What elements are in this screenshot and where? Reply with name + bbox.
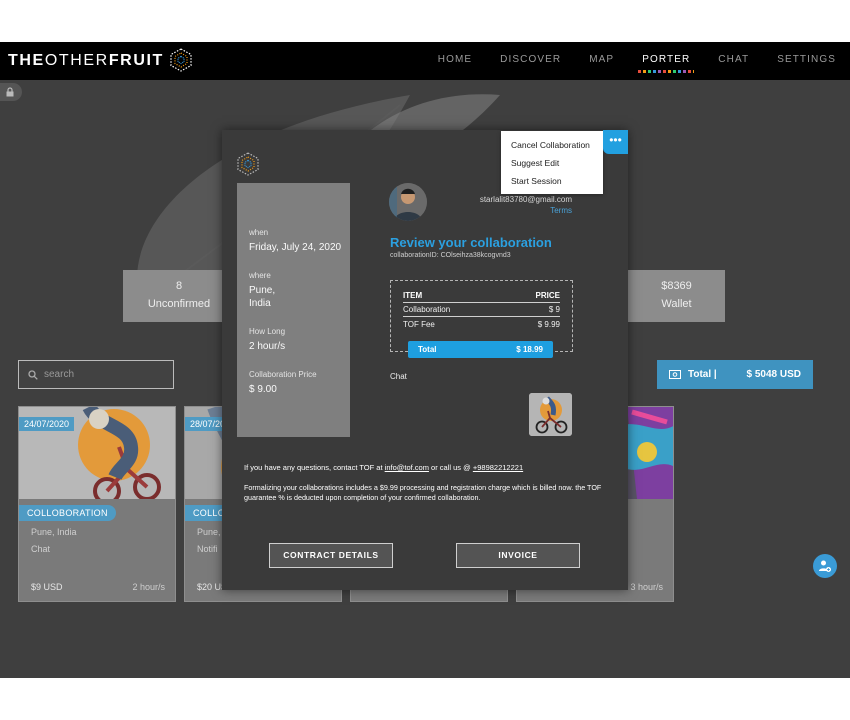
- where-label: where: [249, 271, 271, 280]
- nav-map[interactable]: MAP: [575, 42, 628, 80]
- card-date-tag: 24/07/2020: [19, 417, 75, 431]
- search-input[interactable]: search: [18, 360, 174, 389]
- more-options-button[interactable]: •••: [603, 130, 628, 154]
- chat-label: Chat: [390, 372, 407, 381]
- total-amount: $ 5048 USD: [746, 369, 801, 380]
- card-image-cyclist: 24/07/2020: [19, 407, 175, 499]
- brand-hexagon-icon: [170, 48, 192, 72]
- nav-chat[interactable]: CHAT: [704, 42, 763, 80]
- when-value: Friday, July 24, 2020: [249, 242, 342, 253]
- invoice-button[interactable]: INVOICE: [456, 543, 580, 568]
- table-row: TOF Fee $ 9.99: [403, 320, 560, 332]
- stat-unconfirmed-label: Unconfirmed: [147, 298, 211, 310]
- stat-wallet-label: Wallet: [661, 298, 692, 310]
- nav-porter-label: PORTER: [642, 54, 691, 65]
- contact-text-mid: or call us @: [431, 463, 471, 472]
- user-email: starlalit83780@gmail.com: [479, 195, 572, 204]
- contact-phone-link[interactable]: +98982212221: [473, 463, 523, 472]
- brand-logo-text[interactable]: THEOTHERFRUIT: [8, 52, 164, 70]
- where-value-line1: Pune,: [249, 285, 276, 296]
- collaboration-id: collaborationID: COlseihza38kcogvnd3: [390, 252, 511, 259]
- top-navigation-bar: THEOTHERFRUIT HOME DISCOVER MAP PORTER C…: [0, 42, 850, 80]
- col-price-header: PRICE: [535, 291, 560, 300]
- stat-wallet-value: $8369: [661, 280, 692, 292]
- brand-part-2: OTHER: [44, 52, 109, 69]
- total-label: Total |: [688, 369, 717, 380]
- options-menu: Cancel Collaboration Suggest Edit Start …: [501, 131, 603, 194]
- total-label: Total: [418, 345, 437, 354]
- lock-icon[interactable]: [0, 83, 22, 101]
- brand-part-3: FRUIT: [108, 52, 164, 69]
- main-nav: HOME DISCOVER MAP PORTER CHAT SETTINGS: [424, 42, 850, 80]
- chat-thumbnail[interactable]: [529, 393, 572, 436]
- avatar[interactable]: [389, 183, 427, 221]
- collaboration-details-panel: when Friday, July 24, 2020 where Pune, I…: [237, 183, 350, 437]
- price-table-header: ITEM PRICE: [403, 291, 560, 303]
- row-price: $ 9: [548, 305, 560, 314]
- search-placeholder: search: [44, 369, 75, 380]
- total-price-bar: Total $ 18.99: [408, 341, 553, 358]
- menu-item-cancel-collaboration[interactable]: Cancel Collaboration: [511, 140, 590, 150]
- terms-link[interactable]: Terms: [550, 206, 572, 215]
- contact-text: If you have any questions, contact TOF a…: [244, 463, 383, 472]
- brand-hexagon-icon: [237, 152, 259, 176]
- review-collaboration-modal: when Friday, July 24, 2020 where Pune, I…: [222, 130, 628, 590]
- how-long-label: How Long: [249, 327, 286, 336]
- fee-disclaimer: Formalizing your collaborations includes…: [244, 483, 602, 502]
- row-item: Collaboration: [403, 305, 451, 314]
- contact-email-link[interactable]: info@tof.com: [385, 463, 429, 472]
- page-title: Review your collaboration: [390, 235, 552, 250]
- collab-card-1[interactable]: 24/07/2020 COLLOBORATION Pune, India Cha…: [18, 406, 176, 602]
- nav-home[interactable]: HOME: [424, 42, 486, 80]
- price-label: Collaboration Price: [249, 370, 317, 379]
- cash-icon: [669, 370, 681, 379]
- card-price: $9 USD: [31, 582, 63, 592]
- nav-discover[interactable]: DISCOVER: [486, 42, 575, 80]
- add-user-button[interactable]: [813, 554, 837, 578]
- menu-item-start-session[interactable]: Start Session: [511, 176, 562, 186]
- active-nav-indicator: [638, 70, 695, 73]
- col-item-header: ITEM: [403, 291, 423, 300]
- add-user-icon: [819, 560, 831, 572]
- card-type-tag: COLLOBORATION: [19, 505, 116, 521]
- contract-details-button[interactable]: CONTRACT DETAILS: [269, 543, 393, 568]
- card-location: Pune, India: [31, 527, 77, 537]
- table-row: Collaboration $ 9: [403, 305, 560, 317]
- row-price: $ 9.99: [537, 320, 560, 329]
- page: THEOTHERFRUIT HOME DISCOVER MAP PORTER C…: [0, 0, 850, 720]
- stat-unconfirmed-value: 8: [175, 280, 183, 292]
- card-duration: 2 hour/s: [132, 582, 165, 592]
- price-value: $ 9.00: [249, 384, 277, 395]
- menu-item-suggest-edit[interactable]: Suggest Edit: [511, 158, 559, 168]
- total-button[interactable]: Total | $ 5048 USD: [657, 360, 813, 389]
- when-label: when: [249, 228, 269, 237]
- stat-wallet[interactable]: $8369 Wallet: [628, 270, 725, 322]
- card-duration: 3 hour/s: [630, 582, 663, 592]
- contact-info: If you have any questions, contact TOF a…: [244, 463, 523, 472]
- total-value: $ 18.99: [516, 345, 543, 354]
- row-item: TOF Fee: [403, 320, 435, 329]
- nav-settings[interactable]: SETTINGS: [763, 42, 850, 80]
- where-value-line2: India: [249, 298, 271, 309]
- nav-porter[interactable]: PORTER: [628, 42, 704, 80]
- stat-unconfirmed[interactable]: 8 Unconfirmed: [123, 270, 235, 322]
- search-icon: [28, 370, 38, 380]
- card-mode: Chat: [31, 544, 51, 554]
- how-long-value: 2 hour/s: [249, 341, 286, 352]
- brand-part-1: THE: [8, 52, 45, 69]
- card-mode: Notifi: [197, 544, 218, 554]
